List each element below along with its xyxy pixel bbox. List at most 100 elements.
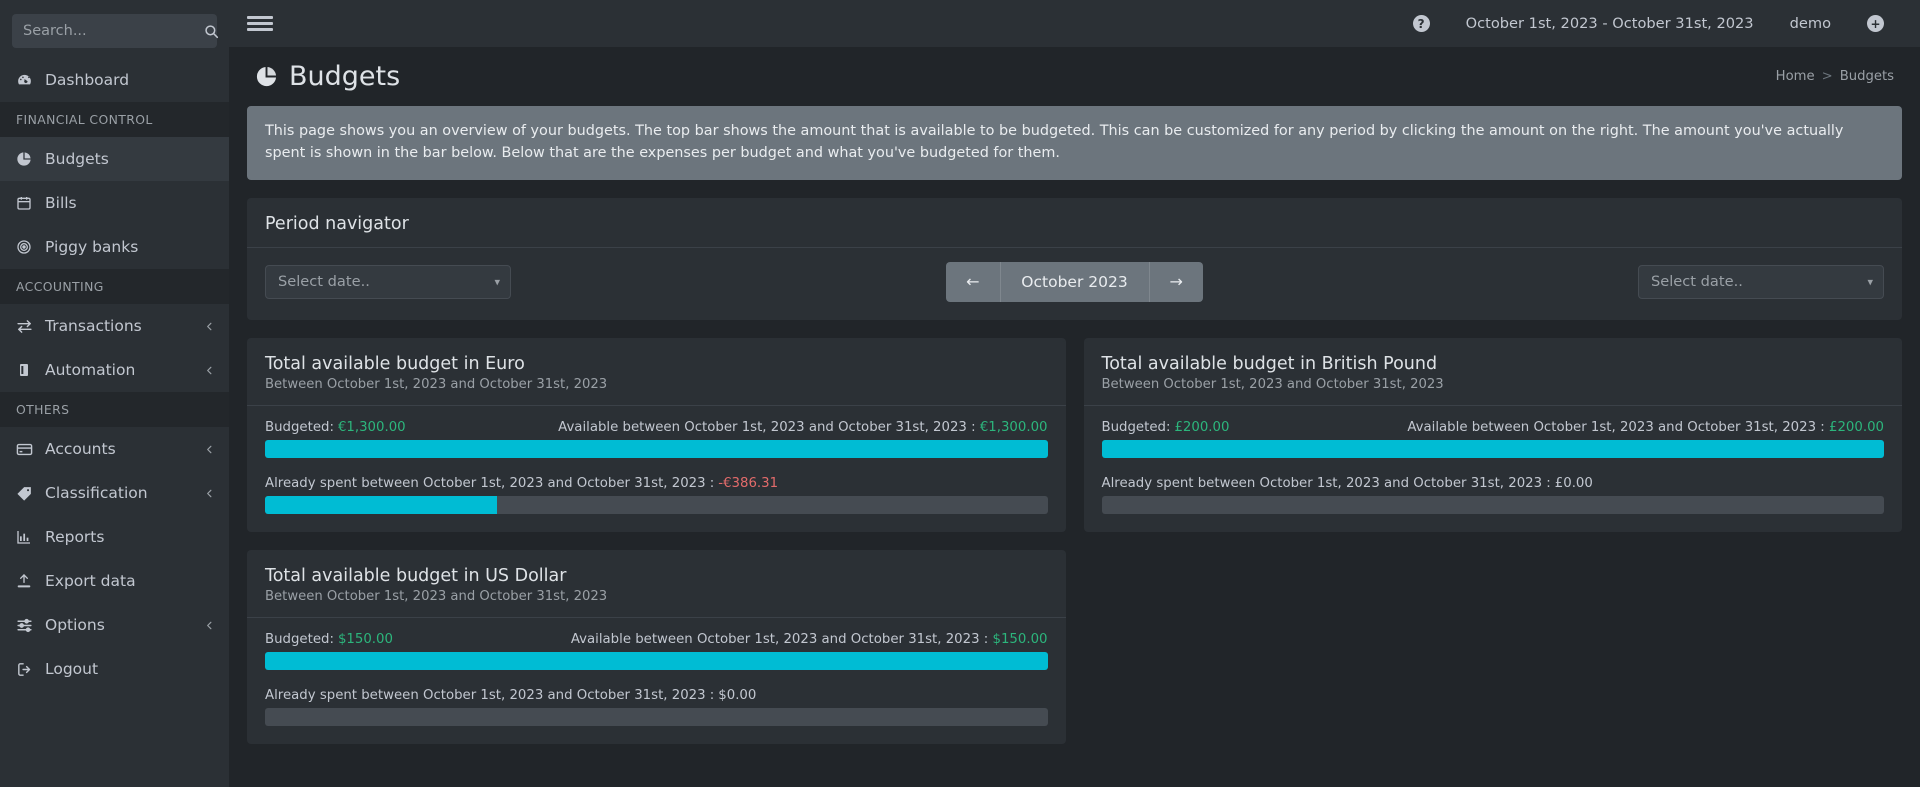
sidebar-item-label: Options xyxy=(45,616,105,634)
sign-out-icon xyxy=(16,661,38,678)
hamburger-icon[interactable] xyxy=(247,11,273,37)
budgeted-amount[interactable]: €1,300.00 xyxy=(338,420,406,435)
search-input[interactable] xyxy=(23,23,204,39)
question-circle-icon[interactable]: ? xyxy=(1412,15,1430,32)
current-period-button[interactable]: October 2023 xyxy=(999,261,1150,302)
breadcrumb: Home > Budgets xyxy=(1776,69,1894,84)
sidebar-item-piggy-banks[interactable]: Piggy banks xyxy=(0,225,229,269)
budgeted-label: Budgeted: xyxy=(1101,419,1171,435)
budgeted-label: Budgeted: xyxy=(265,631,334,647)
date-range-label[interactable]: October 1st, 2023 - October 31st, 2023 xyxy=(1448,0,1772,47)
available-row: Available between October 1st, 2023 and … xyxy=(571,632,1048,647)
budget-card-title: Total available budget in British Pound xyxy=(1101,353,1438,374)
page-title-text: Budgets xyxy=(289,61,401,92)
period-navigator-card: Period navigator Select date.. ▾ ← Octob… xyxy=(247,197,1902,320)
left-date-select-wrapper: Select date.. ▾ xyxy=(265,264,511,299)
budget-card-head: Total available budget in Euro Between Oc… xyxy=(247,341,1066,406)
budget-card-head: Total available budget in US Dollar Betwe… xyxy=(247,553,1066,618)
spent-progress-bar xyxy=(265,495,1048,514)
spent-amount: -€386.31 xyxy=(718,475,779,491)
main-area: ? October 1st, 2023 - October 31st, 2023… xyxy=(229,0,1920,787)
chevron-left-icon xyxy=(204,444,215,455)
topnav-right-group: ? October 1st, 2023 - October 31st, 2023… xyxy=(1395,0,1902,47)
available-row: Available between October 1st, 2023 and … xyxy=(558,420,1047,435)
sliders-icon xyxy=(16,617,38,634)
available-amount[interactable]: €1,300.00 xyxy=(980,420,1048,435)
settings-button[interactable]: + xyxy=(1849,0,1902,47)
chevron-left-icon xyxy=(204,365,215,376)
calendar-icon xyxy=(16,195,38,211)
budget-card: Total available budget in British Pound B… xyxy=(1083,337,1903,532)
right-date-select[interactable]: Select date.. xyxy=(1638,264,1884,299)
target-icon xyxy=(16,239,38,255)
search-box[interactable] xyxy=(12,14,219,48)
breadcrumb-home[interactable]: Home xyxy=(1776,69,1815,84)
right-date-select-wrapper: Select date.. ▾ xyxy=(1638,264,1884,299)
budget-cards-grid: Total available budget in Euro Between Oc… xyxy=(247,337,1903,762)
sidebar-item-transactions[interactable]: Transactions xyxy=(0,304,229,348)
sidebar-item-bills[interactable]: Bills xyxy=(0,181,229,225)
sidebar-item-label: Bills xyxy=(45,194,77,212)
sidebar-search-wrapper xyxy=(0,0,229,58)
user-menu[interactable]: demo xyxy=(1772,0,1849,47)
dashboard-icon xyxy=(16,72,38,89)
spent-amount: $0.00 xyxy=(718,687,757,703)
available-progress-bar xyxy=(265,439,1048,458)
spent-row: Already spent between October 1st, 2023 … xyxy=(265,688,1048,703)
content-header: Budgets Home > Budgets xyxy=(229,47,1920,102)
budget-card: Total available budget in US Dollar Betwe… xyxy=(247,549,1066,744)
budgeted-amount[interactable]: $150.00 xyxy=(338,632,393,647)
sidebar-item-classification[interactable]: Classification xyxy=(0,471,229,515)
period-navigator-row: Select date.. ▾ ← October 2023 → Select … xyxy=(247,248,1902,320)
available-amount[interactable]: $150.00 xyxy=(993,632,1048,647)
sidebar-item-logout[interactable]: Logout xyxy=(0,647,229,691)
available-progress-fill xyxy=(265,439,1048,458)
spent-label: Already spent between October 1st, 2023 … xyxy=(1101,475,1551,491)
period-nav-buttons: ← October 2023 → xyxy=(946,261,1203,302)
pie-chart-icon xyxy=(255,65,278,88)
budget-card-body: Budgeted: £200.00 Available between Octobe… xyxy=(1084,406,1903,532)
sidebar-item-automation[interactable]: Automation xyxy=(0,348,229,392)
sidebar-item-reports[interactable]: Reports xyxy=(0,515,229,559)
left-date-select[interactable]: Select date.. xyxy=(265,264,511,299)
spent-label: Already spent between October 1st, 2023 … xyxy=(265,475,715,491)
budget-card-title: Total available budget in Euro xyxy=(265,353,525,374)
sidebar: Dashboard Financial control Budgets Bills Pi… xyxy=(0,0,229,787)
chevron-left-icon xyxy=(204,620,215,631)
spent-row: Already spent between October 1st, 2023 … xyxy=(1102,476,1885,491)
search-icon[interactable] xyxy=(204,24,219,39)
previous-period-button[interactable]: ← xyxy=(946,261,1000,302)
available-progress-bar xyxy=(265,651,1048,670)
bar-chart-icon xyxy=(16,529,38,545)
plus-circle-icon[interactable]: + xyxy=(1867,15,1884,32)
budget-column-right: Total available budget in British Pound B… xyxy=(1083,337,1903,550)
sidebar-item-label: Logout xyxy=(45,660,99,678)
sidebar-item-options[interactable]: Options xyxy=(0,603,229,647)
budgeted-row: Budgeted: $150.00 Available between Octobe… xyxy=(265,632,1048,647)
help-button[interactable]: ? xyxy=(1395,0,1448,47)
spent-progress-fill xyxy=(265,495,498,514)
available-progress-fill xyxy=(265,651,1048,670)
sidebar-item-export-data[interactable]: Export data xyxy=(0,559,229,603)
budgeted-row: Budgeted: €1,300.00 Available between Octo… xyxy=(265,420,1048,435)
next-period-button[interactable]: → xyxy=(1149,261,1203,302)
budget-card: Total available budget in Euro Between Oc… xyxy=(247,337,1066,532)
sidebar-item-budgets[interactable]: Budgets xyxy=(0,137,229,181)
top-navbar: ? October 1st, 2023 - October 31st, 2023… xyxy=(229,0,1920,47)
budgeted-label: Budgeted: xyxy=(265,419,334,435)
budget-column-left: Total available budget in Euro Between Oc… xyxy=(247,337,1066,762)
spent-row: Already spent between October 1st, 2023 … xyxy=(265,476,1048,491)
sidebar-item-label: Accounts xyxy=(45,440,116,458)
sidebar-item-label: Automation xyxy=(45,361,136,379)
available-amount[interactable]: £200.00 xyxy=(1829,420,1884,435)
budget-card-body: Budgeted: €1,300.00 Available between Octo… xyxy=(247,406,1066,532)
period-navigator-head: Period navigator xyxy=(247,201,1902,248)
sidebar-item-dashboard[interactable]: Dashboard xyxy=(0,58,229,102)
breadcrumb-current: Budgets xyxy=(1839,69,1894,84)
sidebar-item-accounts[interactable]: Accounts xyxy=(0,427,229,471)
budgeted-amount[interactable]: £200.00 xyxy=(1174,420,1229,435)
sidebar-item-label: Piggy banks xyxy=(45,238,139,256)
spent-progress-bar xyxy=(265,707,1048,726)
available-row: Available between October 1st, 2023 and … xyxy=(1407,420,1884,435)
tag-icon xyxy=(16,485,38,502)
